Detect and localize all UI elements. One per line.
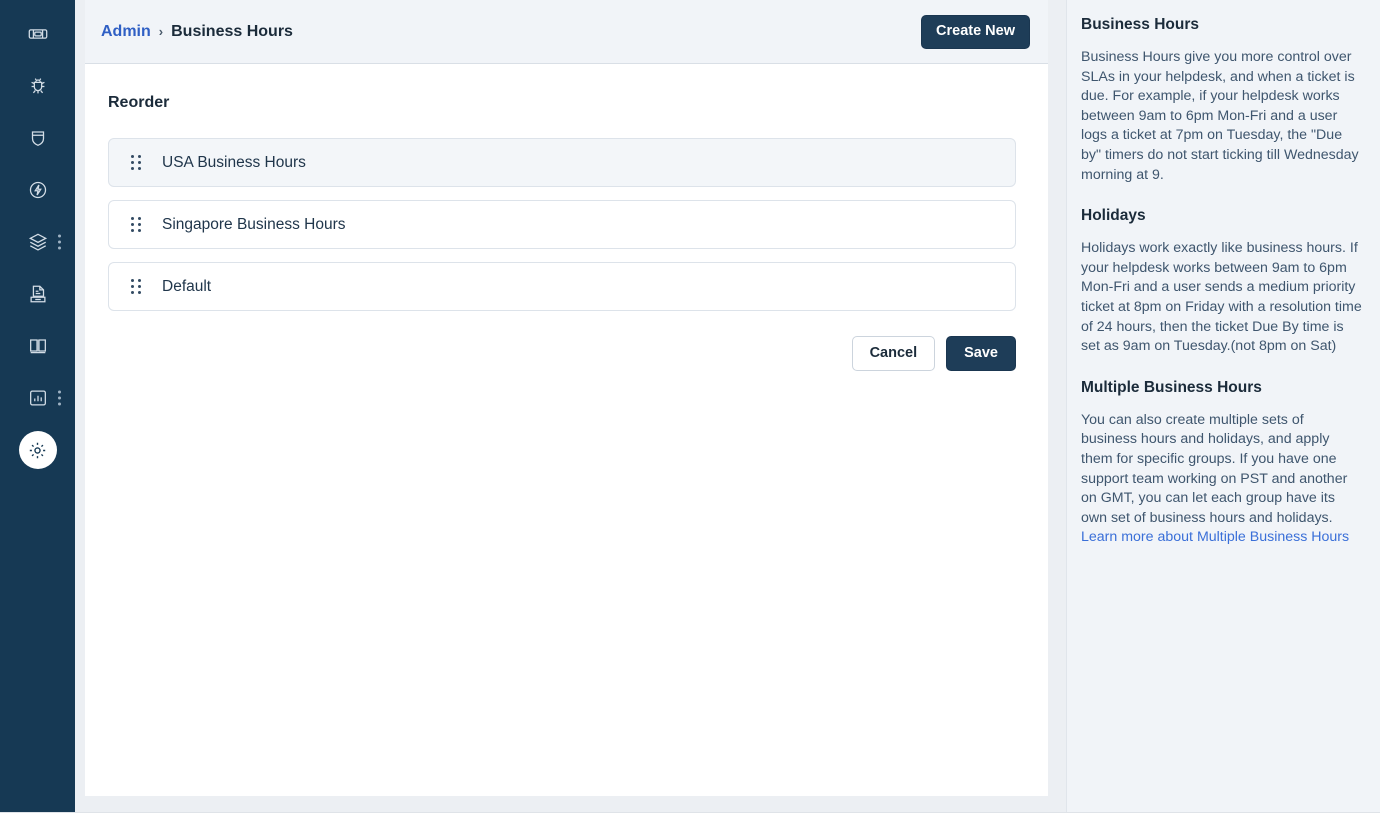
drag-dot [131, 155, 134, 158]
drag-dot [138, 161, 141, 164]
sidebar-item-tickets[interactable] [0, 8, 75, 60]
help-section-heading: Business Hours [1081, 16, 1200, 33]
sidebar-item-archive[interactable] [0, 268, 75, 320]
cancel-button[interactable]: Cancel [851, 336, 936, 371]
create-new-button[interactable]: Create New [921, 14, 1030, 49]
drag-dot [131, 167, 134, 170]
sidebar-item-reports-menu[interactable] [56, 388, 63, 409]
help-body-text: You can also create multiple sets of bus… [1081, 411, 1348, 526]
help-body-text: Business Hours give you more control ove… [1081, 49, 1359, 183]
drag-dot [131, 223, 134, 226]
breadcrumb-separator-icon: › [158, 24, 164, 39]
sidebar-item-automation[interactable] [0, 164, 75, 216]
drag-dot [138, 291, 141, 294]
sidebar-item-reports[interactable] [0, 372, 75, 424]
help-section-body: Holidays work exactly like business hour… [1081, 239, 1362, 357]
shield-icon[interactable] [19, 119, 57, 157]
help-section-body: Business Hours give you more control ove… [1081, 48, 1362, 185]
ticket-icon[interactable] [19, 15, 57, 53]
drag-dot [131, 161, 134, 164]
kebab-dot [58, 390, 61, 394]
sidebar-item-shield[interactable] [0, 112, 75, 164]
kebab-dot [58, 402, 61, 406]
drag-dot [138, 279, 141, 282]
drag-handle-icon[interactable] [131, 279, 143, 294]
sidebar-item-assets-menu[interactable] [56, 232, 63, 253]
chart-bar-icon[interactable] [19, 379, 57, 417]
reorder-item-label: Singapore Business Hours [162, 215, 346, 233]
card-body: Reorder USA Business Hours Singapore Busi… [85, 64, 1048, 796]
main-content-card: Admin › Business Hours Create New Reorde… [85, 0, 1048, 796]
sidebar-item-knowledge[interactable] [0, 320, 75, 372]
drag-dot [131, 285, 134, 288]
help-section-body: You can also create multiple sets of bus… [1081, 411, 1362, 548]
drag-dot [138, 167, 141, 170]
kebab-dot [58, 246, 61, 250]
drag-dot [131, 291, 134, 294]
reorder-item-label: USA Business Hours [162, 153, 306, 171]
drag-dot [138, 155, 141, 158]
reorder-item[interactable]: USA Business Hours [108, 138, 1016, 187]
kebab-dot [58, 240, 61, 244]
breadcrumb: Admin › Business Hours [101, 23, 293, 41]
layers-icon[interactable] [19, 223, 57, 261]
sidebar-item-bugs[interactable] [0, 60, 75, 112]
book-icon[interactable] [19, 327, 57, 365]
sidebar-item-admin[interactable] [0, 424, 75, 476]
drag-dot [138, 217, 141, 220]
archive-doc-icon[interactable] [19, 275, 57, 313]
drag-handle-icon[interactable] [131, 155, 143, 170]
breadcrumb-link-admin[interactable]: Admin [101, 23, 151, 41]
kebab-dot [58, 234, 61, 238]
help-learn-more-link[interactable]: Learn more about Multiple Business Hours [1081, 529, 1349, 545]
reorder-item[interactable]: Default [108, 262, 1016, 311]
drag-dot [131, 217, 134, 220]
primary-sidebar [0, 0, 75, 812]
help-section-heading: Multiple Business Hours [1081, 378, 1262, 396]
help-panel: Business Hours Business Hours give you mo… [1066, 0, 1380, 812]
gear-icon[interactable] [18, 431, 57, 469]
form-actions: Cancel Save [108, 336, 1016, 371]
bug-icon[interactable] [19, 67, 57, 105]
help-body-text: Holidays work exactly like business hour… [1081, 240, 1362, 355]
app-shell: Admin › Business Hours Create New Reorde… [0, 0, 1380, 812]
page-header: Admin › Business Hours Create New [85, 0, 1048, 64]
reorder-item[interactable]: Singapore Business Hours [108, 200, 1016, 249]
drag-dot [138, 229, 141, 232]
content-region: Admin › Business Hours Create New Reorde… [75, 0, 1380, 812]
kebab-dot [58, 396, 61, 400]
help-section-heading: Holidays [1081, 207, 1146, 225]
save-button[interactable]: Save [946, 336, 1016, 371]
reorder-item-label: Default [162, 277, 212, 295]
drag-handle-icon[interactable] [131, 217, 143, 232]
bolt-circle-icon[interactable] [19, 171, 57, 209]
reorder-list: USA Business Hours Singapore Business Hou… [108, 138, 1016, 311]
drag-dot [138, 285, 141, 288]
drag-dot [138, 223, 141, 226]
drag-dot [131, 279, 134, 282]
page-title: Business Hours [171, 22, 293, 40]
drag-dot [131, 229, 134, 232]
sidebar-item-assets[interactable] [0, 216, 75, 268]
reorder-section-title: Reorder [108, 94, 170, 111]
bottom-strip [0, 812, 1380, 832]
